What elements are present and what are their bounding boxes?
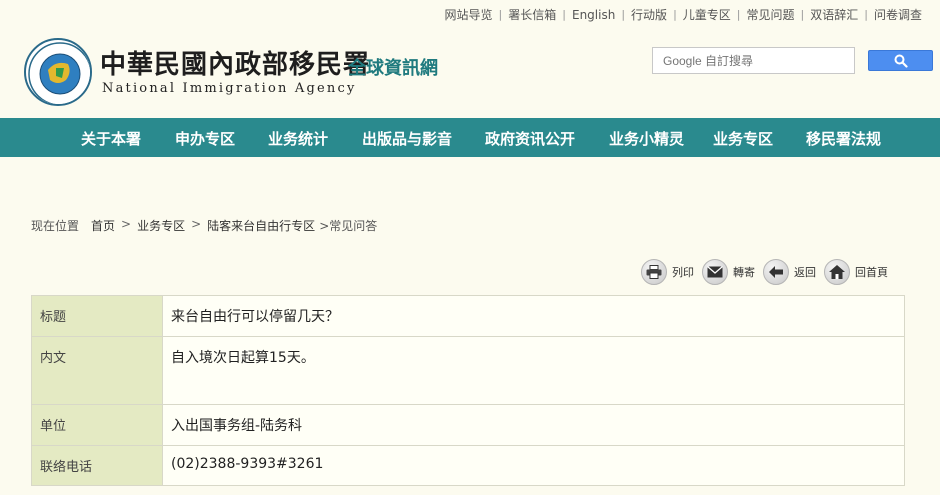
- print-label: 列印: [672, 266, 694, 279]
- table-row: 内文 自入境次日起算15天。: [31, 336, 905, 405]
- breadcrumb: 现在位置 首页 > 业务专区 > 陆客来台自由行专区 >常见问答: [31, 217, 377, 234]
- table-row: 标题 来台自由行可以停留几天？: [31, 295, 905, 337]
- nav-gov-info[interactable]: 政府资讯公开: [485, 128, 575, 149]
- mail-icon: [702, 259, 728, 285]
- site-header: 中華民國內政部移民署 全球資訊網 National Immigration Ag…: [0, 26, 940, 118]
- row-value-title: 来台自由行可以停留几天？: [162, 295, 905, 337]
- breadcrumb-home[interactable]: 首页: [91, 217, 115, 234]
- main-nav-bar: 关于本署 申办专区 业务统计 出版品与影音 政府资讯公开 业务小精灵 业务专区 …: [0, 118, 940, 157]
- breadcrumb-travel-zone[interactable]: 陆客来台自由行专区: [207, 217, 315, 234]
- breadcrumb-label: 现在位置: [31, 219, 80, 233]
- top-link-kids[interactable]: 儿童专区: [677, 6, 737, 23]
- breadcrumb-current: >常见问答: [319, 219, 378, 233]
- forward-button[interactable]: 轉寄: [702, 259, 755, 285]
- home-label: 回首頁: [855, 266, 888, 279]
- row-value-phone: (02)2388-9393#3261: [162, 445, 905, 486]
- row-label-title: 标题: [31, 295, 163, 337]
- back-button[interactable]: 返回: [763, 259, 816, 285]
- home-icon: [824, 259, 850, 285]
- top-link-mobile[interactable]: 行动版: [625, 6, 673, 23]
- row-value-content: 自入境次日起算15天。: [162, 336, 905, 405]
- printer-icon: [641, 259, 667, 285]
- top-link-english[interactable]: English: [566, 8, 621, 22]
- faq-detail-table: 标题 来台自由行可以停留几天？ 内文 自入境次日起算15天。 单位 入出国事务组…: [31, 295, 905, 486]
- forward-label: 轉寄: [733, 266, 755, 279]
- top-link-director-mailbox[interactable]: 署长信箱: [502, 6, 562, 23]
- row-label-content: 内文: [31, 336, 163, 405]
- table-row: 单位 入出国事务组-陆务科: [31, 404, 905, 446]
- nav-regulations[interactable]: 移民署法规: [806, 128, 881, 149]
- agency-emblem-logo[interactable]: [24, 38, 92, 106]
- search-icon: [894, 54, 908, 68]
- breadcrumb-business[interactable]: 业务专区: [137, 217, 185, 234]
- page-tools: 列印 轉寄 返回 回首頁: [641, 259, 896, 285]
- nav-business[interactable]: 业务专区: [713, 128, 773, 149]
- site-subtitle: 全球資訊網: [348, 58, 438, 79]
- breadcrumb-separator: >: [121, 217, 132, 231]
- nav-about[interactable]: 关于本署: [81, 128, 141, 149]
- nav-applications[interactable]: 申办专区: [175, 128, 235, 149]
- nav-statistics[interactable]: 业务统计: [268, 128, 328, 149]
- print-button[interactable]: 列印: [641, 259, 694, 285]
- back-arrow-icon: [763, 259, 789, 285]
- home-button[interactable]: 回首頁: [824, 259, 888, 285]
- search-input[interactable]: [652, 47, 855, 74]
- top-link-sitemap[interactable]: 网站导览: [439, 6, 499, 23]
- row-label-phone: 联络电话: [31, 445, 163, 486]
- table-row: 联络电话 (02)2388-9393#3261: [31, 445, 905, 486]
- top-utility-links: 网站导览 | 署长信箱 | English | 行动版 | 儿童专区 | 常见问…: [439, 6, 928, 23]
- back-label: 返回: [794, 266, 816, 279]
- nav-helper[interactable]: 业务小精灵: [609, 128, 684, 149]
- breadcrumb-separator: >: [191, 217, 202, 231]
- top-link-faq[interactable]: 常见问题: [741, 6, 801, 23]
- row-label-unit: 单位: [31, 404, 163, 446]
- top-link-survey[interactable]: 问卷调查: [868, 6, 928, 23]
- row-value-unit: 入出国事务组-陆务科: [162, 404, 905, 446]
- top-link-glossary[interactable]: 双语辞汇: [804, 6, 864, 23]
- search-button[interactable]: [868, 50, 933, 71]
- nav-publications[interactable]: 出版品与影音: [362, 128, 452, 149]
- agency-name-chinese: 中華民國內政部移民署: [100, 50, 371, 80]
- agency-name-english: National Immigration Agency: [102, 81, 357, 96]
